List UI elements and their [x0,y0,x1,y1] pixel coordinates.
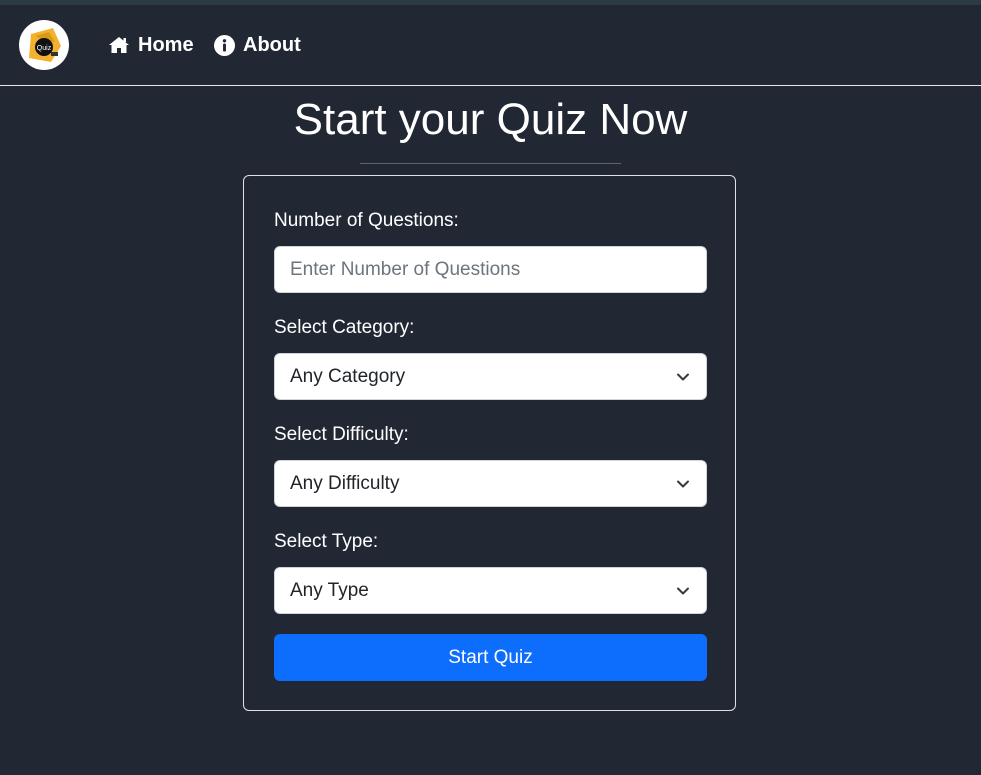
category-select[interactable]: Any Category [274,353,707,400]
category-label: Select Category: [274,317,415,338]
chevron-down-icon [677,587,689,594]
info-icon [214,34,235,56]
quiz-logo-icon: Quiz [29,28,61,62]
home-icon [109,37,129,53]
type-selected-value: Any Type [290,579,369,601]
category-selected-value: Any Category [290,365,406,387]
page-title: Start your Quiz Now [293,95,688,144]
questions-label: Number of Questions: [274,210,459,231]
title-divider [360,163,621,164]
nav-about-link[interactable]: About [214,33,301,57]
questions-input[interactable] [290,258,666,281]
chevron-down-icon [677,480,689,487]
type-label: Select Type: [274,531,379,552]
difficulty-label: Select Difficulty: [274,424,409,445]
logo-text: Quiz [37,45,52,52]
nav-home-link[interactable]: Home [108,33,194,57]
questions-input-wrapper [274,246,707,293]
nav-home-label: Home [138,33,194,56]
chevron-down-icon [677,373,689,380]
difficulty-select[interactable]: Any Difficulty [274,460,707,507]
quiz-logo[interactable]: Quiz [19,20,69,70]
difficulty-selected-value: Any Difficulty [290,472,400,494]
nav-about-label: About [243,33,301,56]
start-quiz-button[interactable]: Start Quiz [274,634,707,681]
navbar: Quiz Home About [0,5,981,86]
type-select[interactable]: Any Type [274,567,707,614]
